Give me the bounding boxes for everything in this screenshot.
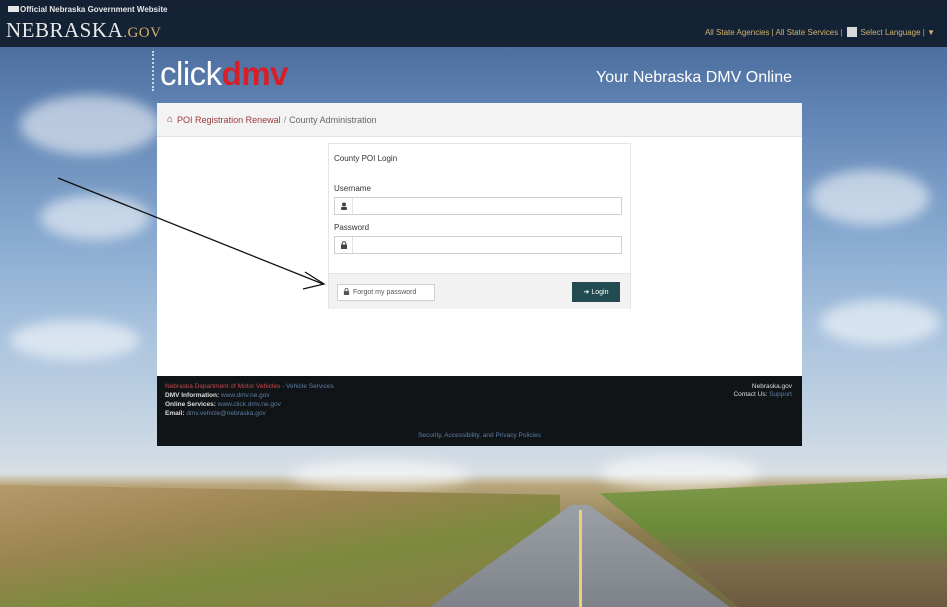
password-label: Password — [334, 223, 370, 232]
login-button-label: Login — [591, 288, 609, 296]
gov-bar: Official Nebraska Government Website NEB… — [0, 0, 947, 47]
password-field — [334, 236, 622, 254]
breadcrumb-separator: / — [283, 114, 287, 125]
user-icon — [335, 198, 353, 214]
support-link[interactable]: Support — [769, 391, 792, 398]
username-input[interactable] — [353, 199, 621, 213]
nebraska-gov-link[interactable]: Nebraska.gov — [752, 383, 792, 390]
translate-icon[interactable] — [846, 27, 857, 37]
cloud — [290, 460, 470, 490]
footer-online-services: Online Services: www.click.dmv.ne.gov — [165, 401, 281, 408]
brand-click: click — [160, 55, 222, 92]
login-box: County POI Login Username Password Forgo… — [328, 143, 631, 309]
dmv-info-link[interactable]: www.dmv.ne.gov — [221, 392, 270, 399]
logo-suffix: .GOV — [123, 25, 162, 41]
password-input[interactable] — [353, 238, 621, 252]
tagline: Your Nebraska DMV Online — [596, 69, 792, 86]
agency-services-links[interactable]: All State Agencies | All State Services … — [705, 28, 843, 37]
forgot-password-label: Forgot my password — [353, 289, 417, 296]
username-label: Username — [334, 184, 371, 193]
cloud — [810, 170, 930, 225]
brand-dmv: dmv — [221, 55, 289, 92]
online-services-link[interactable]: www.click.dmv.ne.gov — [218, 401, 281, 408]
footer-dept-sub[interactable]: - Vehicle Services — [282, 383, 334, 390]
policies-link[interactable]: Security, Accessibility, and Privacy Pol… — [157, 432, 802, 439]
nebraska-gov-logo[interactable]: NEBRASKA.GOV — [6, 18, 161, 43]
road-center-line — [579, 510, 582, 607]
gov-links: All State Agencies | All State Services … — [705, 27, 935, 37]
cloud — [40, 195, 150, 240]
official-site-label: Official Nebraska Government Website — [20, 5, 168, 14]
footer-contact: Contact Us: Support — [733, 391, 792, 398]
home-icon[interactable]: ⌂ — [167, 114, 173, 125]
username-field — [334, 197, 622, 215]
online-services-key: Online Services: — [165, 401, 216, 408]
contact-us-key: Contact Us: — [733, 391, 768, 398]
login-title: County POI Login — [334, 154, 398, 163]
footer: Nebraska Department of Motor Vehicles - … — [157, 376, 802, 446]
footer-email: Email: dmv.vehicle@nebraska.gov — [165, 410, 266, 417]
main-panel: ⌂ POI Registration Renewal / County Admi… — [157, 103, 802, 376]
lock-icon — [343, 288, 350, 297]
flag-icon — [8, 6, 19, 12]
breadcrumb-item-poi[interactable]: POI Registration Renewal — [177, 115, 281, 125]
footer-dmv-info: DMV Information: www.dmv.ne.gov — [165, 392, 270, 399]
breadcrumb-current: County Administration — [289, 114, 377, 125]
cloud — [10, 320, 140, 360]
dmv-info-key: DMV Information: — [165, 392, 220, 399]
login-button[interactable]: ➔ Login — [572, 282, 620, 302]
clickdmv-logo[interactable]: clickdmv — [160, 55, 289, 93]
cloud — [20, 95, 160, 155]
email-key: Email: — [165, 410, 185, 417]
cloud — [820, 300, 940, 345]
lock-icon — [335, 237, 353, 253]
footer-dept: Nebraska Department of Motor Vehicles - … — [165, 383, 334, 390]
breadcrumb: ⌂ POI Registration Renewal / County Admi… — [157, 103, 802, 137]
cloud — [600, 455, 760, 490]
footer-dept-name[interactable]: Nebraska Department of Motor Vehicles — [165, 383, 280, 390]
sign-in-icon: ➔ — [583, 289, 590, 296]
forgot-password-button[interactable]: Forgot my password — [337, 284, 435, 301]
email-link[interactable]: dmv.vehicle@nebraska.gov — [186, 410, 265, 417]
brand-dots — [152, 51, 160, 91]
select-language[interactable]: Select Language | ▼ — [861, 28, 936, 37]
logo-main: NEBRASKA — [6, 18, 124, 42]
login-action-bar: Forgot my password ➔ Login — [329, 273, 630, 309]
